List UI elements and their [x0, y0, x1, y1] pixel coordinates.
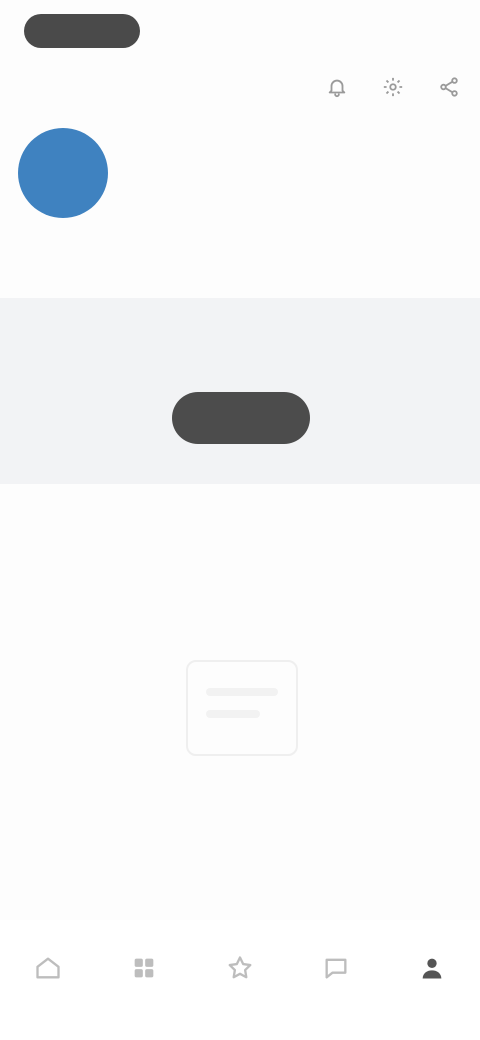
- empty-state-illustration: [186, 660, 298, 756]
- nav-item-home[interactable]: [8, 954, 88, 988]
- star-icon: [228, 956, 252, 979]
- gear-icon: [383, 77, 403, 97]
- promo-card-button[interactable]: [172, 392, 310, 444]
- header-actions: [320, 70, 466, 104]
- nav-item-favorites[interactable]: [200, 954, 280, 988]
- profile-header: [18, 128, 468, 220]
- section-header: [22, 250, 458, 276]
- status-pill[interactable]: [24, 14, 140, 48]
- grid-icon: [134, 958, 154, 978]
- message-icon: [325, 958, 347, 979]
- nav-item-profile[interactable]: [392, 954, 472, 988]
- share-button[interactable]: [432, 70, 466, 104]
- bottom-navigation: [0, 920, 480, 1040]
- bell-icon: [328, 79, 346, 98]
- promo-card: [0, 298, 480, 484]
- app-screen: [0, 0, 480, 1040]
- avatar[interactable]: [18, 128, 108, 218]
- nav-item-messages[interactable]: [296, 954, 376, 988]
- settings-button[interactable]: [376, 70, 410, 104]
- share-icon: [440, 77, 458, 97]
- home-icon: [36, 957, 60, 979]
- notifications-button[interactable]: [320, 70, 354, 104]
- nav-item-explore[interactable]: [104, 954, 184, 988]
- profile-icon: [422, 958, 442, 979]
